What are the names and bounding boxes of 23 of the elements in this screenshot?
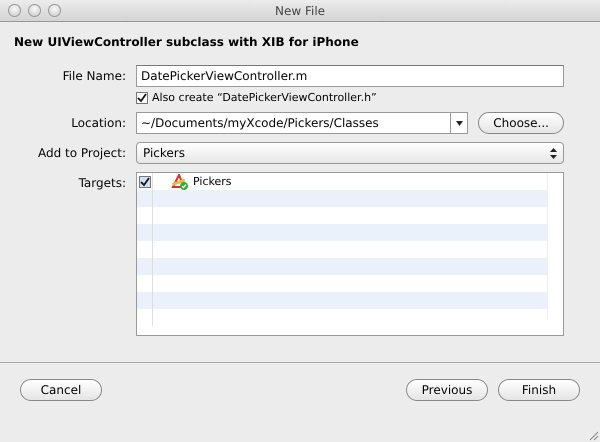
target-checkbox[interactable]: [138, 176, 150, 188]
finish-button[interactable]: Finish: [498, 379, 580, 401]
resize-grip-icon[interactable]: [589, 431, 599, 441]
window-title: New File: [274, 4, 326, 18]
previous-button[interactable]: Previous: [406, 379, 488, 401]
target-name[interactable]: Pickers: [193, 175, 232, 188]
location-combo-box[interactable]: ~/Documents/myXcode/Pickers/Classes: [136, 112, 468, 134]
stepper-arrows-icon: [550, 148, 557, 158]
file-name-field[interactable]: DatePickerViewController.m: [136, 65, 564, 87]
checkbox[interactable]: [136, 92, 148, 104]
field-label: Location:: [70, 116, 126, 130]
dropdown-arrow-icon: [456, 120, 463, 126]
minimize-button[interactable]: [28, 4, 41, 17]
cancel-button[interactable]: Cancel: [20, 379, 102, 401]
field-label: File Name:: [62, 69, 126, 83]
project-popup[interactable]: Pickers: [136, 142, 564, 164]
dialog-heading: New UIViewController subclass with XIB for iPhone: [14, 35, 359, 49]
field-label: Targets:: [78, 175, 126, 190]
close-button[interactable]: [8, 4, 21, 17]
field-label: Add to Project:: [36, 146, 126, 160]
choose-button[interactable]: Choose...: [478, 112, 564, 134]
zoom-button[interactable]: [48, 4, 61, 17]
checkbox-label: Also create “DatePickerViewController.h”: [152, 91, 377, 104]
